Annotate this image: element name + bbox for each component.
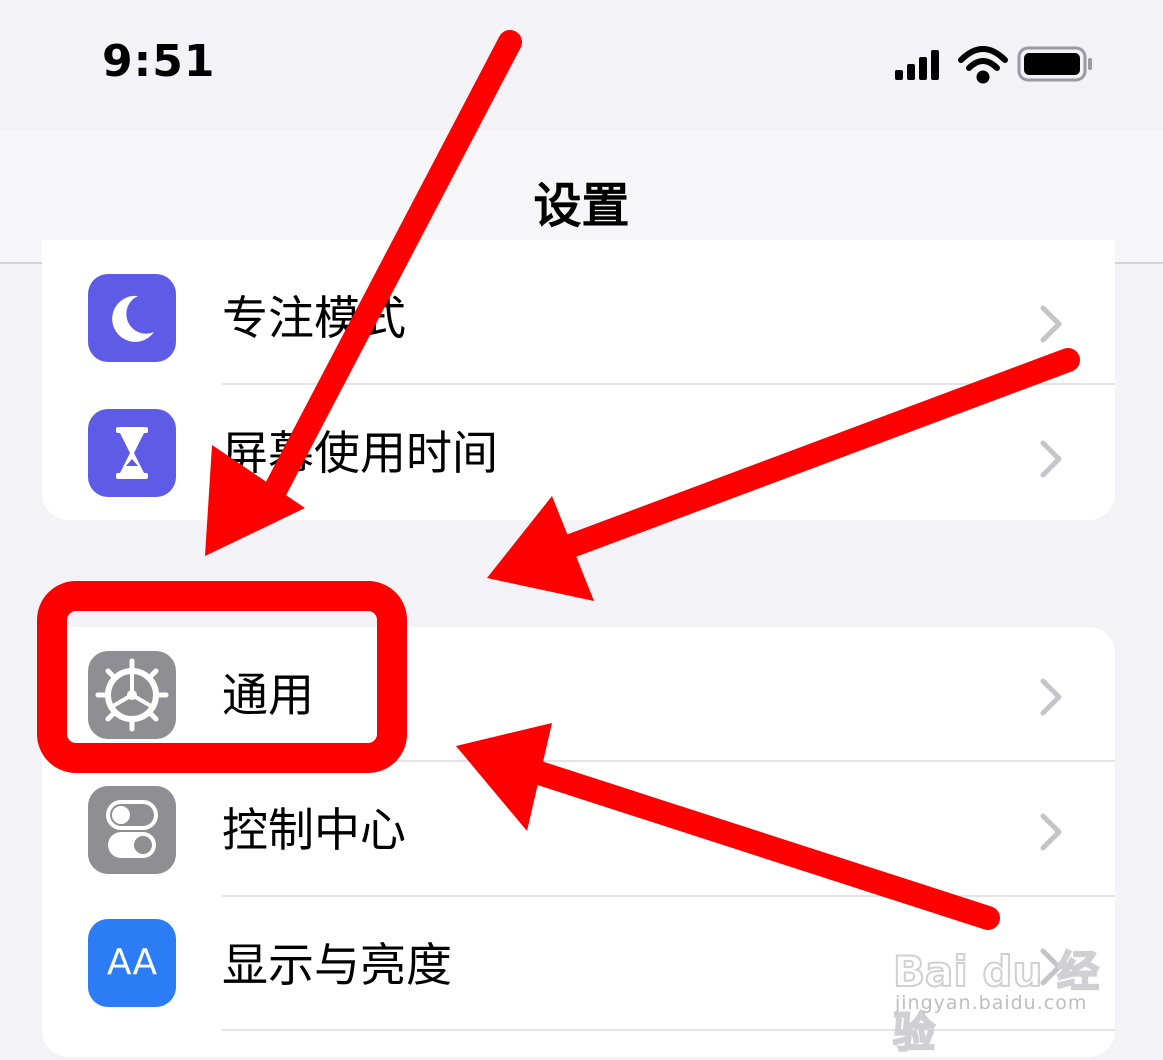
signal-icon	[895, 50, 939, 80]
wifi-icon	[958, 46, 1008, 84]
moon-icon	[88, 274, 176, 362]
chevron-right-icon	[1040, 440, 1062, 478]
settings-row-label: 显示与亮度	[222, 938, 452, 992]
battery-icon	[1017, 46, 1092, 82]
settings-row-label: 控制中心	[222, 803, 406, 857]
status-icons	[895, 46, 1092, 84]
settings-row-focus[interactable]: 专注模式	[42, 248, 1115, 383]
settings-row-screen-time[interactable]: 屏幕使用时间	[42, 385, 1115, 520]
toggles-icon	[88, 786, 176, 874]
watermark: Bai du 经验 jingyan.baidu.com	[892, 938, 1103, 1058]
settings-row-label: 专注模式	[222, 291, 406, 345]
settings-row-control-center[interactable]: 控制中心	[42, 762, 1115, 897]
status-bar: 9:51	[0, 0, 1163, 130]
display-icon: AA	[88, 919, 176, 1007]
status-time: 9:51	[102, 36, 216, 87]
chevron-right-icon	[1040, 678, 1062, 716]
watermark-url: jingyan.baidu.com	[895, 992, 1088, 1014]
chevron-right-icon	[1040, 305, 1062, 343]
chevron-right-icon	[1040, 813, 1062, 851]
page-title: 设置	[533, 178, 630, 234]
hourglass-icon	[88, 409, 176, 497]
settings-group-focus: 专注模式 屏幕使用时间	[42, 240, 1115, 520]
settings-row-label: 屏幕使用时间	[222, 426, 498, 480]
gear-icon	[88, 651, 176, 739]
settings-row-general[interactable]: 通用	[42, 627, 1115, 762]
settings-row-label: 通用	[222, 668, 314, 722]
